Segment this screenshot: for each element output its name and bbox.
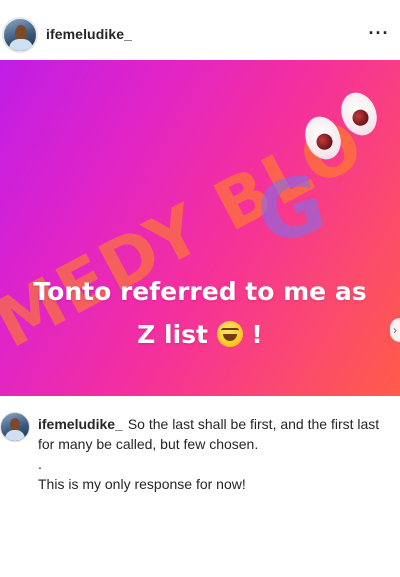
caption-line1: ifemeludike_ So the last shall be first, … [38,414,400,434]
story-text-zlist: Z list [137,320,208,349]
post-header: ifemeludike_ ··· [0,0,400,68]
caption-username[interactable]: ifemeludike_ [38,416,123,432]
caption-avatar-body [5,430,25,441]
eye-left [298,111,348,165]
story-text-line1: Tonto referred to me as [33,277,367,306]
caption-text-line4: This is my only response for now! [38,476,246,492]
post-username[interactable]: ifemeludike_ [46,26,132,42]
pupil-left [314,131,335,153]
eyes-emoji-icon [298,87,384,168]
more-options-icon[interactable]: ··· [366,20,392,46]
caption-text-line1: So the last shall be first, and the firs… [127,416,380,432]
eye-right [334,87,384,141]
story-text-line2: Z list ! [0,313,400,356]
laughing-emoji-icon [216,321,243,347]
avatar-body [9,39,33,51]
caption-avatar[interactable] [0,412,30,442]
pupil-right [350,107,371,129]
post-image[interactable]: MEDY BLO G Tonto referred to me as Z lis… [0,60,400,396]
story-text: Tonto referred to me as Z list ! [0,270,400,356]
caption-text-line3: . [38,456,42,472]
profile-avatar[interactable] [2,17,38,53]
next-arrow-icon[interactable]: › [390,318,400,342]
post-caption: ifemeludike_ So the last shall be first, … [38,414,400,494]
caption-text-line2: for many be called, but few chosen. [38,436,259,452]
story-text-exclamation: ! [251,320,263,349]
